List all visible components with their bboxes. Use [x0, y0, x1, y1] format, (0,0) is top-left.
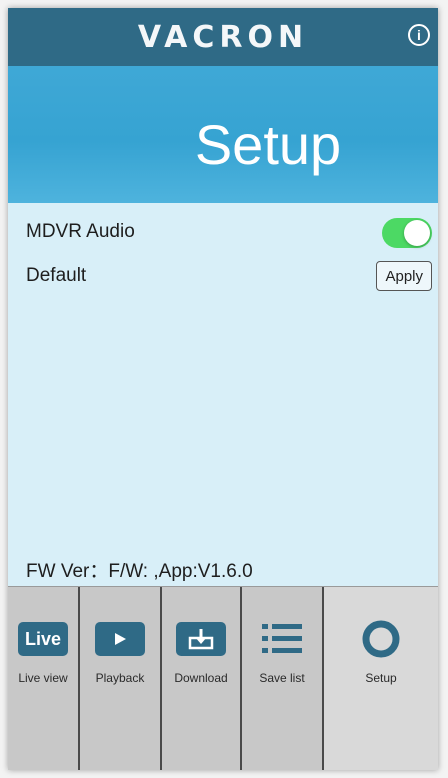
app-screen: VACRON i Setup MDVR Audio Default Apply …	[8, 8, 438, 770]
tab-label-live-view: Live view	[18, 671, 68, 685]
tab-setup[interactable]: Setup	[324, 587, 438, 770]
default-row: Default Apply	[8, 255, 438, 297]
bottom-tab-bar: Live Live view Playback Download Save li…	[8, 586, 438, 770]
gear-icon	[362, 620, 400, 658]
mdvr-audio-label: MDVR Audio	[26, 221, 135, 242]
tab-download[interactable]: Download	[162, 587, 242, 770]
tab-label-playback: Playback	[95, 671, 145, 685]
play-icon	[95, 622, 145, 656]
tab-label-download: Download	[174, 671, 228, 685]
firmware-version: FW Ver：F/W: ,App:V1.6.0	[26, 561, 253, 582]
tab-live-view[interactable]: Live Live view	[8, 587, 80, 770]
mdvr-audio-row: MDVR Audio	[8, 211, 438, 253]
top-bar: VACRON i	[8, 8, 438, 66]
apply-button[interactable]: Apply	[376, 261, 432, 291]
brand-logo: VACRON	[137, 19, 309, 55]
page-banner: Setup	[8, 66, 438, 203]
tab-save-list[interactable]: Save list	[242, 587, 324, 770]
default-label: Default	[26, 265, 87, 286]
info-icon-glyph: i	[417, 27, 421, 43]
tab-playback[interactable]: Playback	[80, 587, 162, 770]
toggle-knob	[404, 220, 430, 246]
page-title: Setup	[194, 113, 342, 176]
tab-label-setup: Setup	[365, 671, 397, 685]
mdvr-audio-toggle[interactable]	[382, 218, 432, 248]
list-icon	[262, 624, 302, 653]
live-icon: Live	[18, 622, 68, 656]
download-icon	[176, 622, 226, 656]
tab-label-save-list: Save list	[259, 671, 305, 685]
info-icon[interactable]: i	[408, 24, 430, 46]
